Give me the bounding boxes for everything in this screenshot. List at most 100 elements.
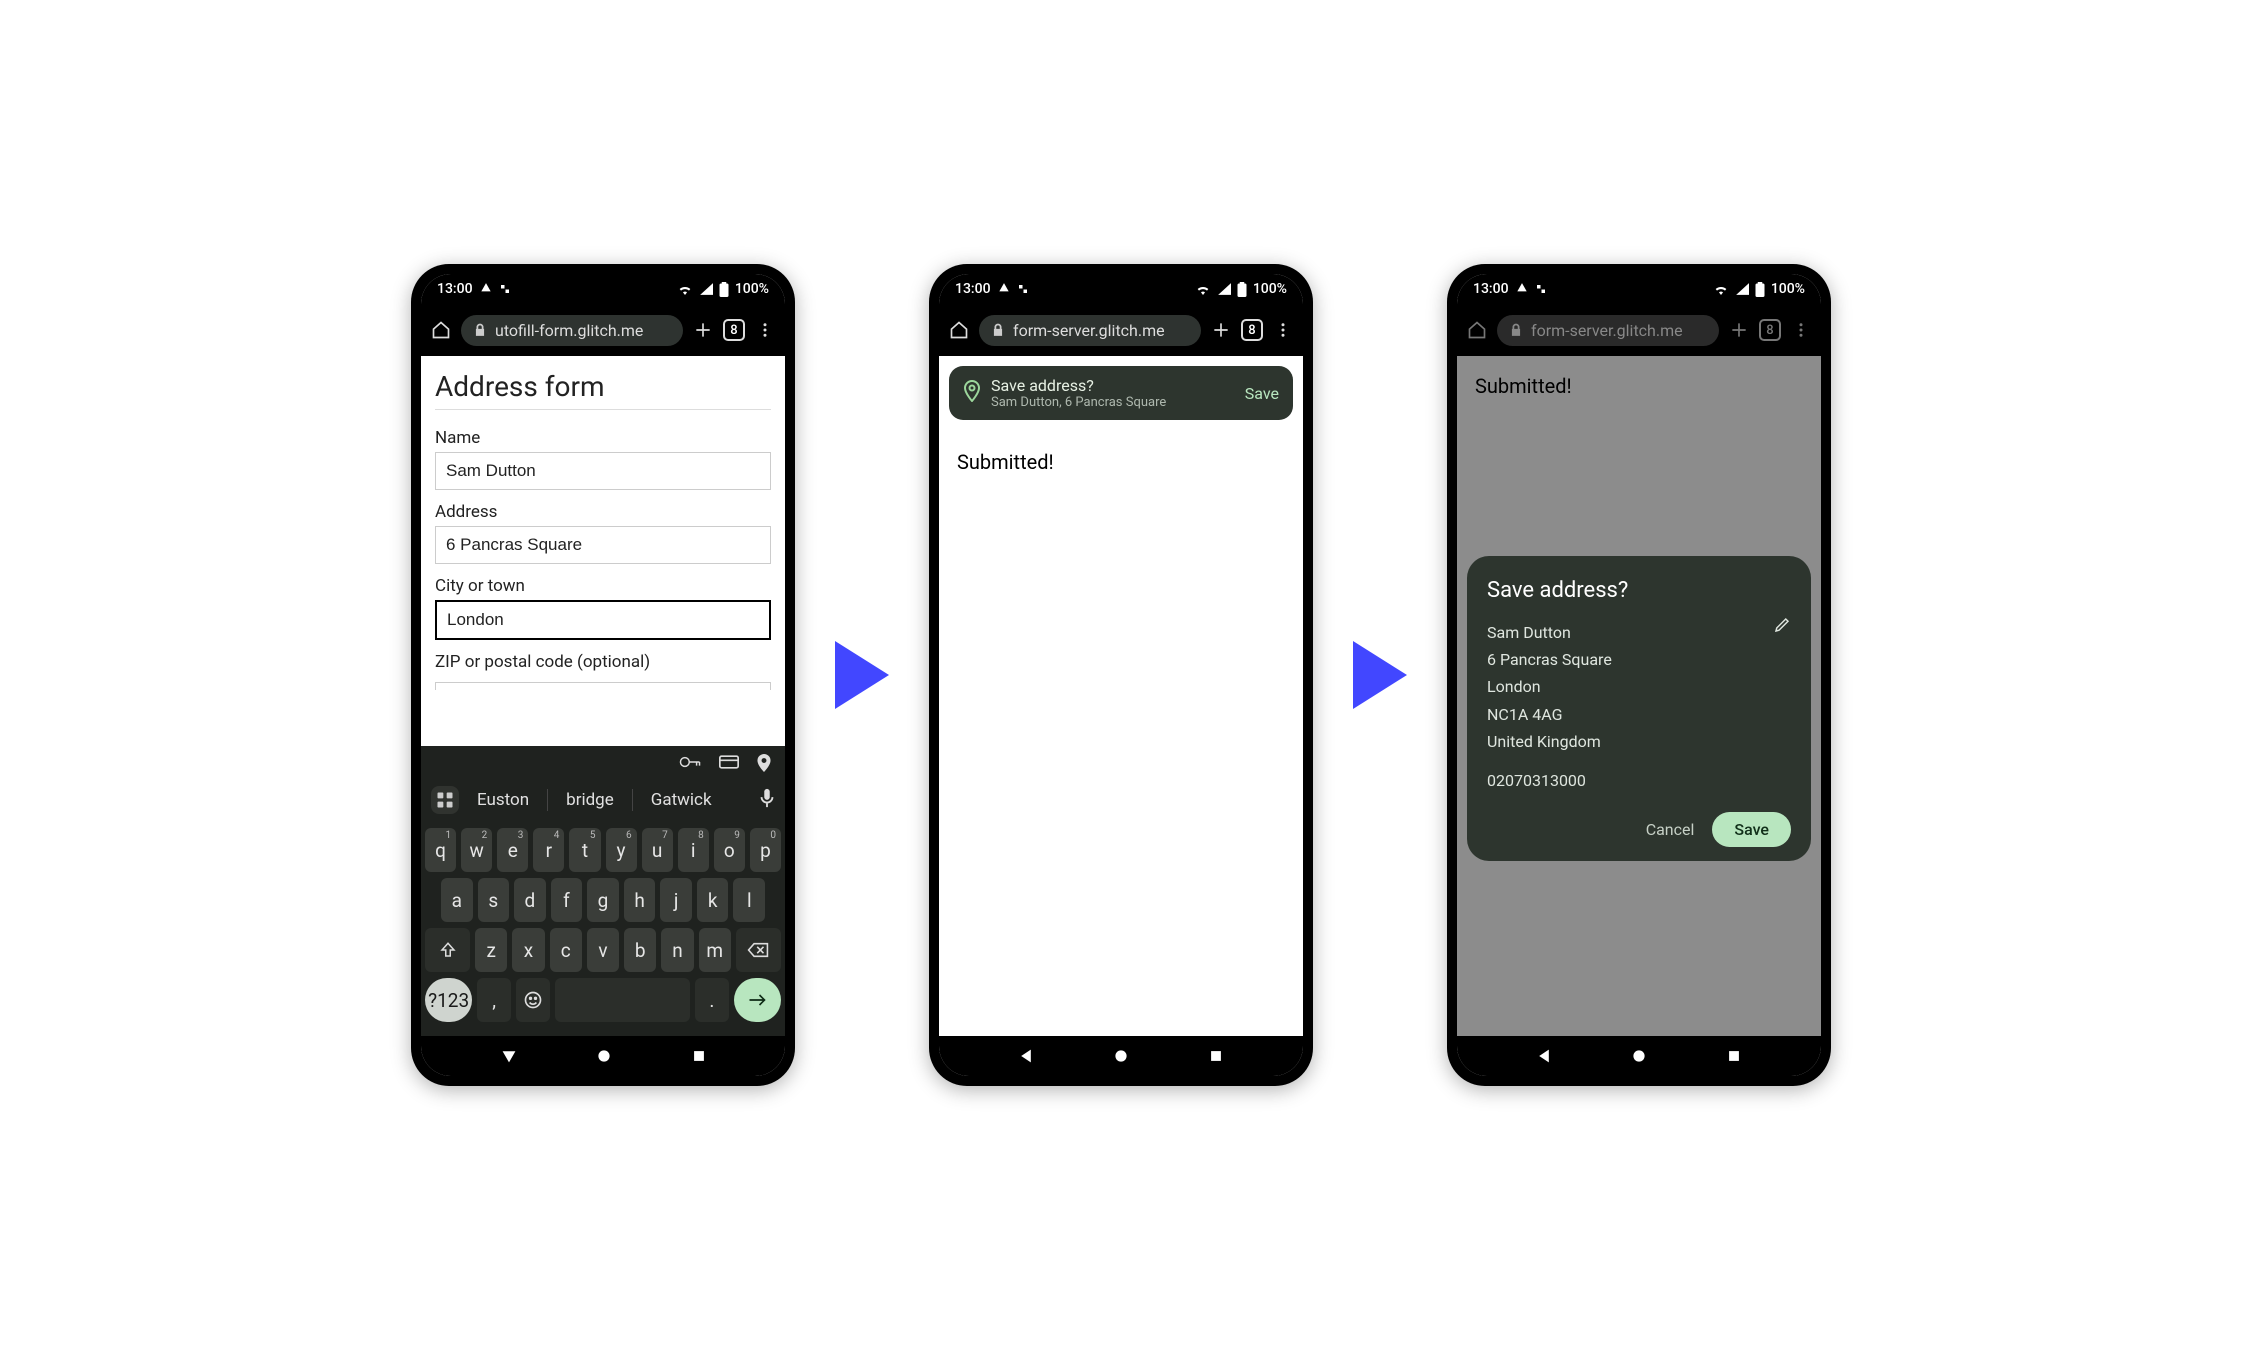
key-n[interactable]: n	[661, 928, 693, 972]
key-m[interactable]: m	[699, 928, 731, 972]
emoji-key[interactable]	[516, 978, 550, 1022]
location-icon[interactable]	[757, 754, 771, 776]
key-h[interactable]: h	[624, 878, 656, 922]
key-r[interactable]: r4	[533, 828, 564, 872]
zip-input[interactable]	[435, 682, 771, 690]
key-e[interactable]: e3	[497, 828, 528, 872]
key-g[interactable]: g	[587, 878, 619, 922]
name-input[interactable]	[435, 452, 771, 490]
space-key[interactable]	[555, 978, 690, 1022]
tab-switcher[interactable]: 8	[723, 319, 745, 341]
flow-arrow-icon	[1353, 641, 1407, 709]
key-d[interactable]: d	[514, 878, 546, 922]
new-tab-icon[interactable]	[693, 320, 713, 340]
wifi-icon	[677, 283, 693, 295]
key-k[interactable]: k	[697, 878, 729, 922]
status-time: 13:00	[437, 281, 473, 297]
key-f[interactable]: f	[551, 878, 583, 922]
home-icon[interactable]	[1467, 320, 1487, 340]
key-w[interactable]: w2	[461, 828, 492, 872]
nav-recent-icon[interactable]	[1727, 1049, 1741, 1063]
nav-back-icon[interactable]	[1537, 1048, 1551, 1064]
tab-switcher[interactable]: 8	[1241, 319, 1263, 341]
key-c[interactable]: c	[550, 928, 582, 972]
save-address-chip[interactable]: Save address? Sam Dutton, 6 Pancras Squa…	[949, 366, 1293, 420]
page-content: Submitted! Save address? Sam Dutton 6 Pa…	[1457, 356, 1821, 1036]
mic-icon[interactable]	[759, 788, 775, 812]
page-content: Save address? Sam Dutton, 6 Pancras Squa…	[939, 356, 1303, 1036]
lock-icon	[991, 323, 1005, 337]
shift-key[interactable]	[425, 928, 470, 972]
key-p[interactable]: p0	[750, 828, 781, 872]
key-u[interactable]: u7	[642, 828, 673, 872]
menu-icon[interactable]	[1273, 320, 1293, 340]
url-bar[interactable]: utofill-form.glitch.me	[461, 315, 683, 346]
save-button[interactable]: Save	[1712, 812, 1791, 847]
nav-recent-icon[interactable]	[692, 1049, 706, 1063]
phone-form: 13:00 100% utofill-form.glitch.me 8	[411, 264, 795, 1086]
url-text: form-server.glitch.me	[1531, 321, 1683, 340]
comma-key[interactable]: ,	[477, 978, 511, 1022]
nav-home-icon[interactable]	[596, 1048, 612, 1064]
status-bar: 13:00 100%	[421, 274, 785, 304]
nav-home-icon[interactable]	[1113, 1048, 1129, 1064]
key-b[interactable]: b	[624, 928, 656, 972]
city-input[interactable]	[435, 600, 771, 640]
edit-icon[interactable]	[1773, 616, 1791, 638]
battery-icon	[1755, 282, 1765, 297]
new-tab-icon[interactable]	[1211, 320, 1231, 340]
phone-dialog: 13:00 100% form-server.glitch.me 8 Submi…	[1447, 264, 1831, 1086]
browser-toolbar: form-server.glitch.me 8	[939, 304, 1303, 356]
new-tab-icon[interactable]	[1729, 320, 1749, 340]
address-input[interactable]	[435, 526, 771, 564]
signal-icon	[1217, 283, 1231, 295]
nav-recent-icon[interactable]	[1209, 1049, 1223, 1063]
key-l[interactable]: l	[733, 878, 765, 922]
key-a[interactable]: a	[441, 878, 473, 922]
key-z[interactable]: z	[475, 928, 507, 972]
menu-icon[interactable]	[755, 320, 775, 340]
dialog-line: Sam Dutton	[1487, 619, 1791, 646]
nav-back-icon[interactable]	[501, 1048, 517, 1064]
numeric-key[interactable]: ?123	[425, 978, 472, 1022]
key-v[interactable]: v	[587, 928, 619, 972]
home-icon[interactable]	[949, 320, 969, 340]
suggestion[interactable]: Euston	[469, 790, 537, 810]
battery-text: 100%	[735, 281, 769, 297]
key-s[interactable]: s	[478, 878, 510, 922]
period-key[interactable]: .	[695, 978, 729, 1022]
enter-key[interactable]	[734, 978, 781, 1022]
key-i[interactable]: i8	[678, 828, 709, 872]
cancel-button[interactable]: Cancel	[1646, 820, 1695, 839]
payment-icon[interactable]	[719, 754, 739, 776]
chip-save-button[interactable]: Save	[1245, 384, 1279, 403]
tab-switcher[interactable]: 8	[1759, 319, 1781, 341]
address-label: Address	[435, 502, 771, 522]
key-o[interactable]: o9	[714, 828, 745, 872]
keyboard-app-icon[interactable]	[431, 786, 459, 814]
key-t[interactable]: t5	[569, 828, 600, 872]
nav-back-icon[interactable]	[1019, 1048, 1033, 1064]
url-bar[interactable]: form-server.glitch.me	[979, 315, 1201, 346]
suggestion[interactable]: bridge	[558, 790, 622, 810]
home-icon[interactable]	[431, 320, 451, 340]
signal-icon	[1735, 283, 1749, 295]
password-icon[interactable]	[679, 754, 701, 776]
system-nav	[939, 1036, 1303, 1076]
key-q[interactable]: q1	[425, 828, 456, 872]
key-x[interactable]: x	[512, 928, 544, 972]
zip-label: ZIP or postal code (optional)	[435, 652, 771, 672]
battery-text: 100%	[1771, 281, 1805, 297]
key-sym[interactable]	[736, 928, 781, 972]
status-time: 13:00	[955, 281, 991, 297]
nav-home-icon[interactable]	[1631, 1048, 1647, 1064]
browser-toolbar: form-server.glitch.me 8	[1457, 304, 1821, 356]
menu-icon[interactable]	[1791, 320, 1811, 340]
key-j[interactable]: j	[660, 878, 692, 922]
url-bar[interactable]: form-server.glitch.me	[1497, 315, 1719, 346]
key-y[interactable]: y6	[606, 828, 637, 872]
soft-keyboard[interactable]: Euston bridge Gatwick q1w2e3r4t5y6u7i8o9…	[421, 746, 785, 1036]
suggestion[interactable]: Gatwick	[643, 790, 720, 810]
system-nav	[421, 1036, 785, 1076]
dialog-phone: 02070313000	[1487, 767, 1791, 794]
